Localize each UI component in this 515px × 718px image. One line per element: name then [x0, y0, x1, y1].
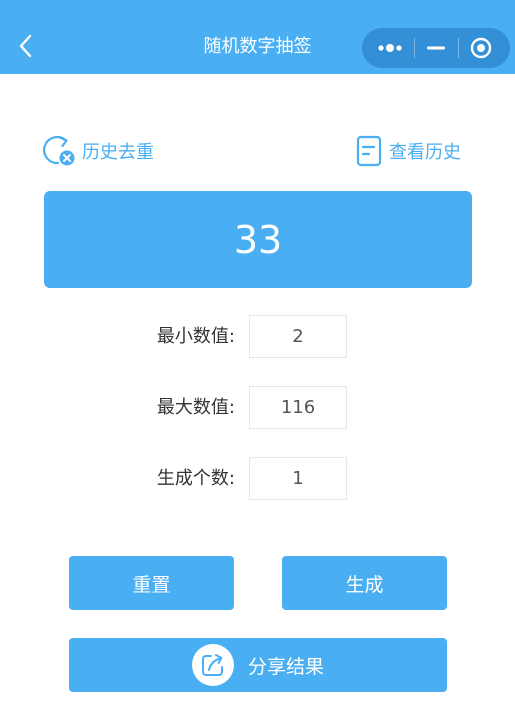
- minimize-button[interactable]: [426, 40, 446, 56]
- history-dedupe-label: 历史去重: [82, 142, 154, 163]
- menu-capsule: [362, 28, 510, 68]
- min-value-input[interactable]: 2: [249, 315, 347, 358]
- count-label: 生成个数:: [156, 468, 235, 489]
- capsule-divider: [414, 38, 415, 58]
- min-value-label: 最小数值:: [156, 326, 235, 347]
- min-value-row: 最小数值: 2: [0, 315, 515, 359]
- history-dedupe-toggle[interactable]: 历史去重: [42, 134, 154, 168]
- share-result-button[interactable]: 分享结果: [69, 638, 447, 692]
- max-value-label: 最大数值:: [156, 397, 235, 418]
- more-dots-icon: [378, 44, 402, 52]
- close-circle-icon: [470, 37, 492, 59]
- max-value-row: 最大数值: 116: [0, 386, 515, 430]
- more-button[interactable]: [376, 40, 406, 56]
- capsule-divider: [458, 38, 459, 58]
- close-button[interactable]: [470, 37, 492, 59]
- generate-button[interactable]: 生成: [282, 556, 447, 610]
- share-result-label: 分享结果: [247, 655, 324, 678]
- count-input[interactable]: 1: [249, 457, 347, 500]
- max-value-input[interactable]: 116: [249, 386, 347, 429]
- minimize-icon: [427, 46, 445, 50]
- reset-button[interactable]: 重置: [69, 556, 234, 610]
- share-icon: [191, 644, 234, 686]
- refresh-remove-icon: [43, 135, 75, 166]
- document-icon: [356, 135, 382, 167]
- result-display: 33: [44, 191, 472, 288]
- count-row: 生成个数: 1: [0, 457, 515, 501]
- view-history-link[interactable]: 查看历史: [355, 134, 461, 168]
- navigation-bar: 随机数字抽签: [0, 0, 515, 74]
- view-history-label: 查看历史: [389, 142, 461, 163]
